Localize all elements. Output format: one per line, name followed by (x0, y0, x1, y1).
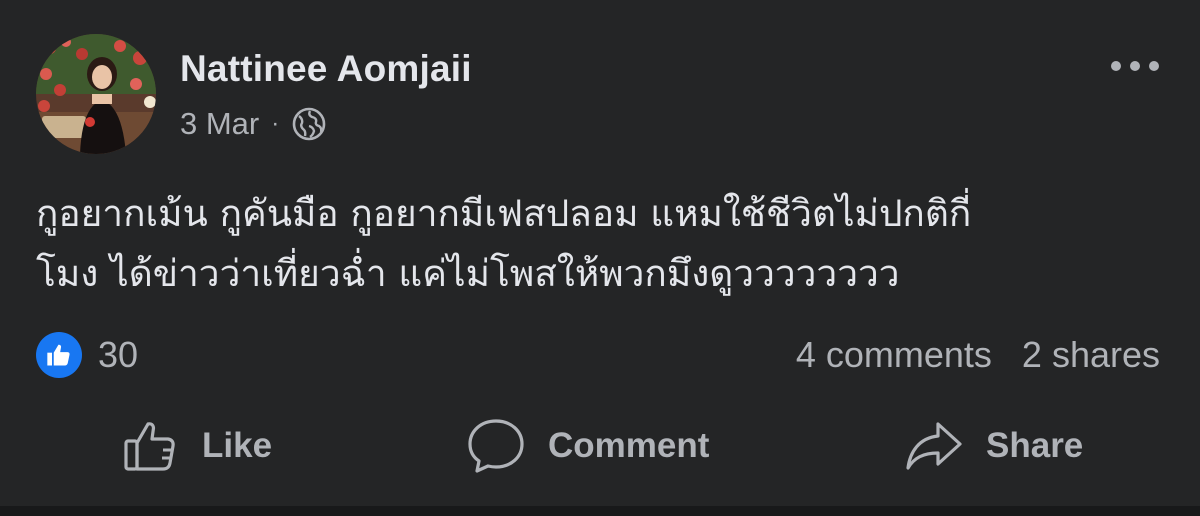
feed-divider (0, 506, 1200, 516)
share-icon (904, 418, 964, 474)
post-meta: 3 Mar · (180, 104, 327, 144)
post-text-line: โมง ได้ข่าวว่าเที่ยวฉ่ำ แค่ไม่โพสให้พวกม… (36, 252, 900, 295)
like-button[interactable]: Like (122, 410, 272, 482)
shares-count[interactable]: 2 shares (1022, 334, 1160, 376)
avatar-image (36, 34, 156, 154)
post-text-line: กูอยากเม้น กูคันมือ กูอยากมีเฟสปลอม แหมใ… (36, 192, 972, 235)
avatar[interactable] (36, 34, 156, 154)
author-name[interactable]: Nattinee Aomjaii (180, 48, 472, 90)
post-text: กูอยากเม้น กูคันมือ กูอยากมีเฟสปลอม แหมใ… (36, 184, 1166, 304)
comment-button[interactable]: Comment (466, 410, 709, 482)
meta-separator: · (271, 110, 280, 137)
share-label: Share (986, 426, 1084, 465)
comments-count[interactable]: 4 comments (796, 334, 992, 376)
comment-icon (466, 416, 526, 476)
engagement-counts: 4 comments 2 shares (796, 332, 1160, 378)
reaction-count: 30 (98, 334, 139, 375)
post-card: Nattinee Aomjaii 3 Mar · กูอยากเม้น กูคั… (0, 0, 1200, 506)
share-button[interactable]: Share (904, 410, 1083, 482)
like-label: Like (202, 426, 273, 465)
like-reaction-icon (36, 332, 82, 378)
like-icon (122, 417, 180, 475)
post-date[interactable]: 3 Mar (180, 106, 259, 142)
reaction-summary[interactable]: 30 (36, 332, 138, 378)
more-options-icon[interactable] (1102, 48, 1168, 84)
comment-label: Comment (548, 426, 710, 465)
globe-icon[interactable] (291, 106, 327, 142)
action-bar: Like Comment Share (0, 410, 1200, 482)
